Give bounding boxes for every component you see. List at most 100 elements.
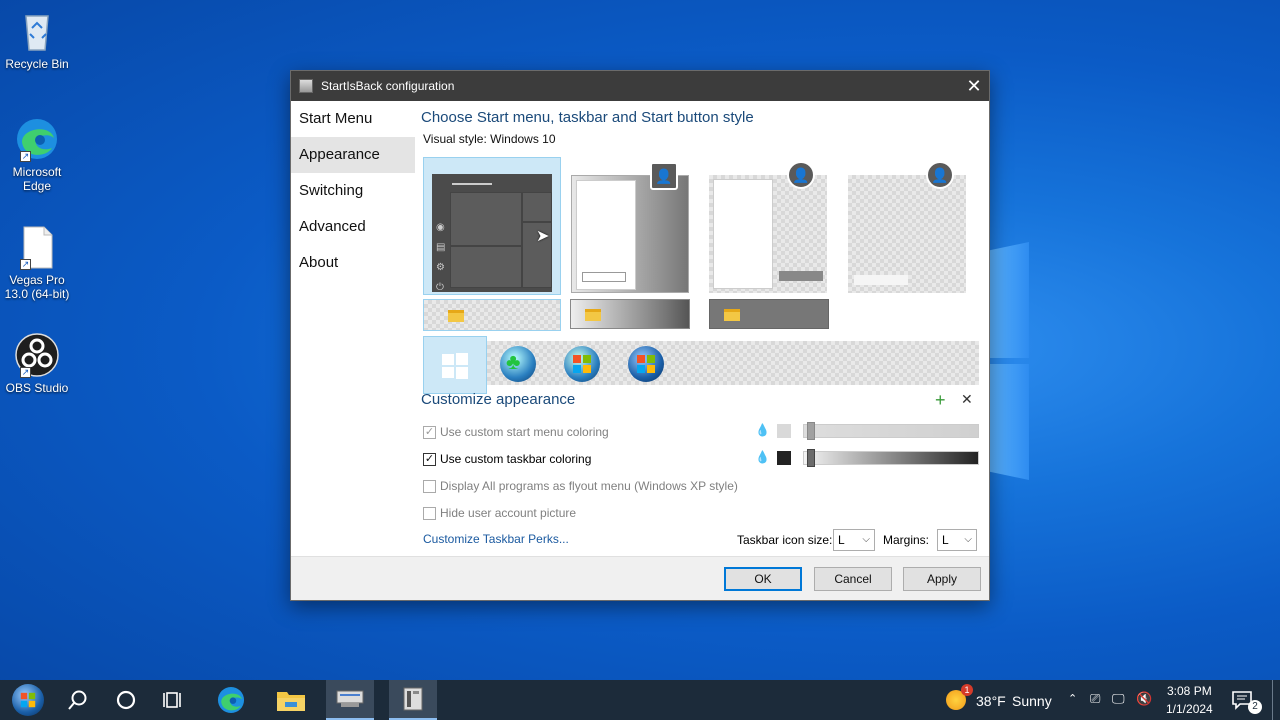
nav-switching[interactable]: Switching xyxy=(291,173,415,209)
edge-taskbar-icon[interactable] xyxy=(207,680,255,720)
shortcut-arrow-icon: ↗ xyxy=(20,259,31,270)
remove-icon[interactable]: ✕ xyxy=(961,391,973,408)
color-swatch-start-menu[interactable] xyxy=(777,424,791,438)
clover-icon: ♣ xyxy=(506,349,521,374)
droplet-icon: 💧 xyxy=(755,450,770,464)
obs-icon: ↗ xyxy=(14,332,60,378)
nav-appearance[interactable]: Appearance xyxy=(291,137,415,173)
ok-button[interactable]: OK xyxy=(724,567,802,591)
mouse-cursor-icon: ➤ xyxy=(536,228,550,245)
cancel-button[interactable]: Cancel xyxy=(814,567,892,591)
user-avatar-icon: 👤 xyxy=(926,161,954,189)
start-button-clover[interactable]: ♣ xyxy=(500,346,536,382)
clock-date[interactable]: 1/1/2024 xyxy=(1166,702,1213,716)
windows-logo-icon xyxy=(442,353,468,379)
desktop-icon-recycle-bin[interactable]: Recycle Bin xyxy=(4,8,70,71)
taskbar-icon-size-select[interactable]: L ⌵ xyxy=(833,529,875,551)
desktop-icon-obs-studio[interactable]: ↗ OBS Studio xyxy=(4,332,70,395)
weather-description[interactable]: Sunny xyxy=(1012,693,1052,709)
taskbar-style-3[interactable] xyxy=(709,299,829,329)
apply-button[interactable]: Apply xyxy=(903,567,981,591)
chevron-down-icon: ⌵ xyxy=(862,534,870,545)
document-icon: ↗ xyxy=(14,224,60,270)
slider-thumb[interactable] xyxy=(807,422,815,440)
meet-now-icon[interactable]: ⎚ xyxy=(1090,691,1100,707)
action-center-icon[interactable]: 2 xyxy=(1222,680,1262,720)
network-icon[interactable]: 🖵 xyxy=(1112,691,1125,707)
option-flyout-menu[interactable]: Display All programs as flyout menu (Win… xyxy=(423,479,738,493)
checkbox[interactable] xyxy=(423,479,436,493)
start-menu-opacity-slider[interactable] xyxy=(803,422,979,440)
nav-start-menu[interactable]: Start Menu xyxy=(291,101,415,137)
shortcut-arrow-icon: ↗ xyxy=(20,367,31,378)
desktop-icon-microsoft-edge[interactable]: ↗ Microsoft Edge xyxy=(4,116,70,193)
search-icon[interactable] xyxy=(54,680,102,720)
start-button[interactable] xyxy=(4,680,52,720)
sidebar-nav: Start Menu Appearance Switching Advanced… xyxy=(291,101,415,281)
edge-icon: ↗ xyxy=(14,116,60,162)
option-label: Display All programs as flyout menu (Win… xyxy=(440,479,738,493)
desktop-icon-label: Microsoft Edge xyxy=(12,165,62,193)
task-view-icon[interactable] xyxy=(150,680,198,720)
clock-time[interactable]: 3:08 PM xyxy=(1167,684,1212,698)
taskbar-icon-size-label: Taskbar icon size: xyxy=(737,533,833,547)
dialog-titlebar[interactable]: StartIsBack configuration ✕ xyxy=(291,71,989,101)
start-button-vista[interactable] xyxy=(628,346,664,382)
show-desktop-button[interactable] xyxy=(1272,680,1273,720)
option-hide-user-picture[interactable]: Hide user account picture xyxy=(423,506,576,520)
dialog-footer: OK Cancel Apply xyxy=(291,556,989,600)
weather-icon[interactable]: 1 xyxy=(936,680,976,720)
start-button-windows10[interactable] xyxy=(423,336,487,394)
style-thumb-windows10[interactable]: ◉ ▤ ⚙ ⏻ ➤ xyxy=(423,157,561,295)
taskbar-style-2[interactable] xyxy=(570,299,690,329)
slider-thumb[interactable] xyxy=(807,449,815,467)
visual-style-value[interactable]: Windows 10 xyxy=(490,132,555,146)
user-avatar-icon: 👤 xyxy=(650,162,678,190)
style-thumb-windows7[interactable]: 👤 xyxy=(571,162,689,293)
desktop-icon-label: OBS Studio xyxy=(5,381,69,395)
desktop-icon-vegas-pro[interactable]: ↗ Vegas Pro 13.0 (64-bit) xyxy=(4,224,70,301)
shortcut-arrow-icon: ↗ xyxy=(20,151,31,162)
option-label: Use custom taskbar coloring xyxy=(440,452,592,466)
chevron-down-icon: ⌵ xyxy=(964,534,972,545)
keyboard-app-icon[interactable] xyxy=(326,680,374,720)
start-button-win7[interactable] xyxy=(564,346,600,382)
option-custom-taskbar-coloring[interactable]: ✓ Use custom taskbar coloring xyxy=(423,452,591,466)
color-swatch-taskbar[interactable] xyxy=(777,451,791,465)
folder-icon xyxy=(724,309,740,321)
nav-advanced[interactable]: Advanced xyxy=(291,209,415,245)
style-thumb-plain-gray[interactable]: 👤 xyxy=(709,161,827,293)
visual-style-row: Visual style: Windows 10 xyxy=(423,132,979,146)
volume-muted-icon[interactable]: 🔇 xyxy=(1136,691,1152,707)
dialog-title: StartIsBack configuration xyxy=(321,79,455,93)
notification-count: 2 xyxy=(1248,700,1262,714)
checkbox[interactable] xyxy=(423,506,436,520)
option-custom-start-menu-coloring[interactable]: ✓ Use custom start menu coloring xyxy=(423,425,609,439)
style-heading: Choose Start menu, taskbar and Start but… xyxy=(421,109,754,126)
recycle-bin-icon xyxy=(14,8,60,54)
checkbox[interactable]: ✓ xyxy=(423,452,436,466)
file-explorer-icon[interactable] xyxy=(267,680,315,720)
checkbox[interactable]: ✓ xyxy=(423,425,436,439)
customize-heading: Customize appearance xyxy=(421,391,576,408)
taskbar: 1 38°F Sunny ⌃ ⎚ 🖵 🔇 3:08 PM 1/1/2024 2 xyxy=(0,680,1280,720)
startisback-app-icon[interactable] xyxy=(389,680,437,720)
desktop-icon-label: Vegas Pro 13.0 (64-bit) xyxy=(4,273,70,301)
nav-about[interactable]: About xyxy=(291,245,415,281)
customize-taskbar-perks-link[interactable]: Customize Taskbar Perks... xyxy=(423,532,569,546)
taskbar-style-1[interactable] xyxy=(423,299,561,331)
add-icon[interactable]: + xyxy=(935,390,946,411)
weather-temperature[interactable]: 38°F xyxy=(976,693,1006,709)
droplet-icon: 💧 xyxy=(755,423,770,437)
option-label: Use custom start menu coloring xyxy=(440,425,609,439)
weather-badge: 1 xyxy=(961,684,973,696)
show-hidden-icons-chevron-up-icon[interactable]: ⌃ xyxy=(1068,692,1077,705)
taskbar-opacity-slider[interactable] xyxy=(803,449,979,467)
close-icon[interactable]: ✕ xyxy=(959,71,989,101)
start-menu-preview: ◉ ▤ ⚙ ⏻ xyxy=(432,174,552,293)
margins-select[interactable]: L ⌵ xyxy=(937,529,977,551)
style-thumb-transparent[interactable]: 👤 xyxy=(848,161,966,293)
cortana-icon[interactable] xyxy=(102,680,150,720)
select-value: L xyxy=(838,533,845,547)
user-avatar-icon: 👤 xyxy=(787,161,815,189)
